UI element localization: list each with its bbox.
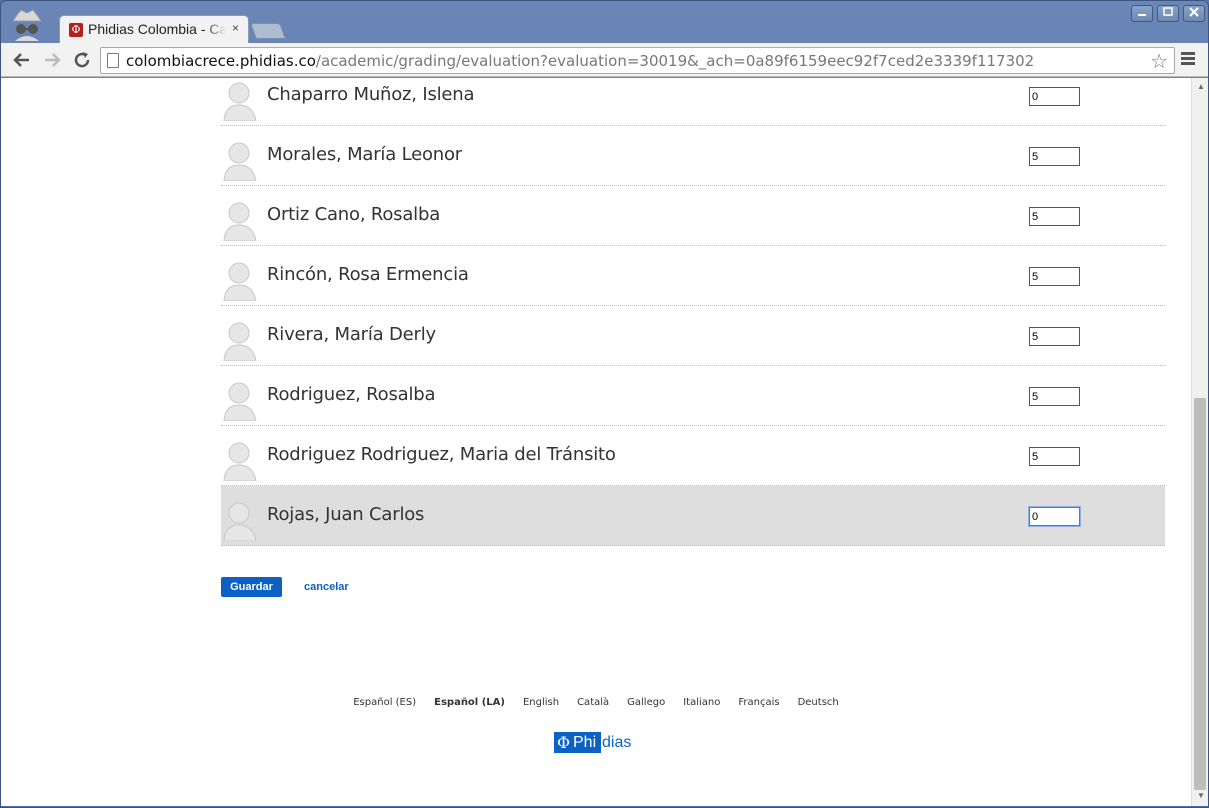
title-bar: Φ Phidias Colombia - Ca × (1, 1, 1208, 43)
student-name: Rodriguez, Rosalba (267, 384, 436, 405)
url-host: colombiacrece.phidias.co (126, 52, 316, 70)
browser-tab[interactable]: Φ Phidias Colombia - Ca × (59, 15, 249, 43)
scroll-up-icon[interactable]: ▲ (1197, 82, 1205, 91)
student-name: Ortiz Cano, Rosalba (267, 204, 441, 225)
student-row: Ortiz Cano, Rosalba (221, 186, 1165, 246)
minimize-icon[interactable] (1131, 5, 1153, 22)
student-row: Chaparro Muñoz, Islena (221, 78, 1165, 126)
forward-icon[interactable] (41, 49, 63, 71)
reload-icon[interactable] (71, 49, 93, 71)
scroll-thumb[interactable] (1194, 398, 1206, 790)
new-tab-button[interactable] (250, 23, 286, 39)
avatar-placeholder-icon (223, 442, 257, 481)
language-option[interactable]: Español (ES) (353, 697, 416, 708)
language-option[interactable]: Español (LA) (434, 697, 505, 708)
language-option[interactable]: Gallego (627, 697, 665, 708)
cancel-link[interactable]: cancelar (304, 581, 349, 593)
scroll-down-icon[interactable]: ▼ (1197, 791, 1205, 800)
incognito-icon (12, 9, 42, 41)
student-name: Rivera, María Derly (267, 324, 437, 345)
vertical-scrollbar[interactable]: ▲ ▼ (1191, 78, 1208, 806)
grade-input[interactable] (1029, 447, 1080, 466)
student-row: Rojas, Juan Carlos (221, 486, 1165, 546)
avatar-placeholder-icon (223, 202, 257, 241)
logo-rest: dias (602, 734, 632, 751)
language-selector: Español (ES) Español (LA) English Català Gal… (1, 697, 1191, 708)
student-row: Rivera, María Derly (221, 306, 1165, 366)
close-tab-icon[interactable]: × (232, 21, 239, 35)
grade-input[interactable] (1029, 327, 1080, 346)
grade-input[interactable] (1029, 87, 1080, 106)
language-option[interactable]: Deutsch (798, 697, 839, 708)
browser-toolbar: colombiacrece.phidias.co/academic/gradin… (1, 43, 1208, 77)
avatar-placeholder-icon (223, 382, 257, 421)
language-option[interactable]: English (523, 697, 559, 708)
menu-icon[interactable] (1181, 52, 1195, 67)
student-row: Morales, María Leonor (221, 126, 1165, 186)
url-path: /academic/grading/evaluation?evaluation=… (315, 52, 1035, 70)
page-icon (107, 53, 119, 68)
grade-input[interactable] (1029, 507, 1080, 526)
browser-window: Φ Phidias Colombia - Ca × colombiacrece.… (0, 0, 1209, 808)
student-name: Rincón, Rosa Ermencia (267, 264, 469, 285)
tab-title: Phidias Colombia - Ca (88, 21, 226, 37)
grade-input[interactable] (1029, 387, 1080, 406)
avatar-placeholder-icon (223, 262, 257, 301)
logo-box: Φ Phi (554, 732, 601, 753)
avatar-placeholder-icon (223, 502, 257, 541)
student-row: Rodriguez Rodriguez, Maria del Tránsito (221, 426, 1165, 486)
avatar-placeholder-icon (223, 82, 257, 121)
logo-phi: Φ (557, 733, 571, 752)
language-option[interactable]: Français (738, 697, 779, 708)
page-viewport: Chaparro Muñoz, Islena Morales, María Leo… (1, 78, 1191, 806)
address-bar[interactable]: colombiacrece.phidias.co/academic/gradin… (100, 47, 1175, 74)
grade-input[interactable] (1029, 207, 1080, 226)
url-text: colombiacrece.phidias.co/academic/gradin… (126, 52, 1034, 70)
grade-input[interactable] (1029, 267, 1080, 286)
avatar-placeholder-icon (223, 322, 257, 361)
save-button[interactable]: Guardar (221, 577, 282, 597)
student-name: Rojas, Juan Carlos (267, 504, 425, 525)
language-option[interactable]: Català (577, 697, 609, 708)
grade-input[interactable] (1029, 147, 1080, 166)
phidias-favicon-icon: Φ (69, 23, 83, 37)
avatar-placeholder-icon (223, 142, 257, 181)
student-name: Chaparro Muñoz, Islena (267, 84, 475, 105)
logo-highlight: Phi (573, 734, 597, 751)
close-icon[interactable] (1183, 5, 1205, 22)
maximize-icon[interactable] (1157, 5, 1179, 22)
student-name: Rodriguez Rodriguez, Maria del Tránsito (267, 444, 616, 465)
student-row: Rodriguez, Rosalba (221, 366, 1165, 426)
language-option[interactable]: Italiano (683, 697, 720, 708)
back-icon[interactable] (11, 49, 33, 71)
bookmark-star-icon[interactable]: ☆ (1150, 49, 1168, 74)
student-name: Morales, María Leonor (267, 144, 463, 165)
student-row: Rincón, Rosa Ermencia (221, 246, 1165, 306)
student-grade-list: Chaparro Muñoz, Islena Morales, María Leo… (221, 78, 1165, 546)
